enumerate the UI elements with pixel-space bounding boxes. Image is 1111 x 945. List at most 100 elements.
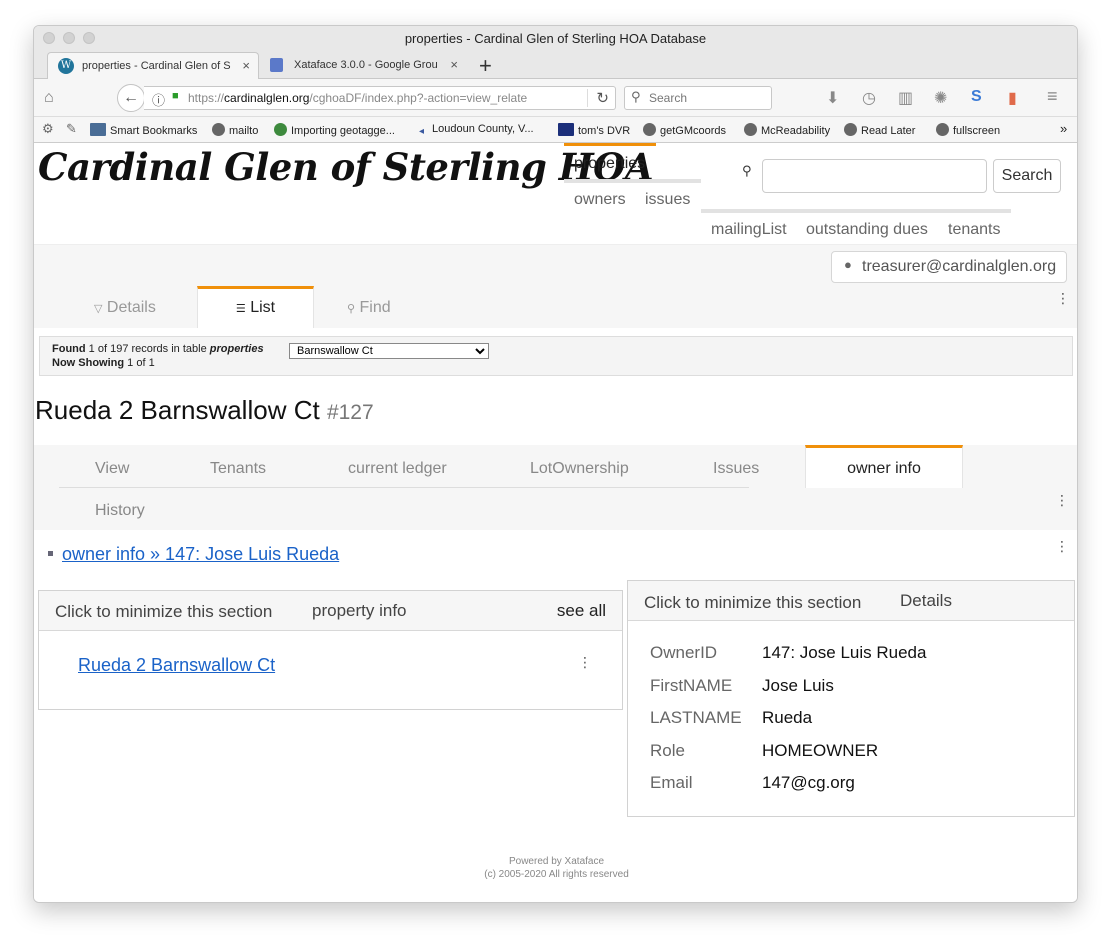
magnifier-icon: ⚲ bbox=[347, 303, 356, 315]
tab-tenants[interactable]: Tenants bbox=[210, 460, 266, 478]
arrow-icon: ◂ bbox=[419, 126, 425, 137]
nav-mailinglist[interactable]: mailingList bbox=[711, 221, 787, 239]
property-link[interactable]: Rueda 2 Barnswallow Ct bbox=[78, 655, 275, 676]
see-all-link[interactable]: see all bbox=[557, 601, 606, 621]
download-icon[interactable]: ⬇ bbox=[826, 88, 839, 108]
nav-owners[interactable]: owners bbox=[574, 191, 626, 209]
tab-list[interactable]: ☰ List bbox=[197, 286, 314, 328]
panel-title: property info bbox=[312, 601, 407, 620]
breadcrumb-link[interactable]: owner info » 147: Jose Luis Rueda bbox=[62, 544, 339, 564]
user-menu-button[interactable]: ● treasurer@cardinalglen.org bbox=[831, 251, 1067, 283]
browser-search-input[interactable]: ⚲ Search bbox=[624, 86, 772, 110]
extension-icon[interactable]: ✺ bbox=[934, 88, 947, 108]
bookmark-read-later[interactable]: Read Later bbox=[844, 123, 915, 137]
url-bar[interactable]: ⓘ ■ https://cardinalglen.org/cghoaDF/ind… bbox=[144, 86, 616, 110]
minimize-toggle[interactable]: Click to minimize this section bbox=[55, 602, 272, 622]
bookmark-toms-dvr[interactable]: tom's DVR bbox=[558, 123, 630, 137]
tab-issues[interactable]: Issues bbox=[713, 460, 759, 478]
new-tab-icon[interactable]: + bbox=[479, 53, 492, 79]
bookmark-importing-geotagge[interactable]: Importing geotagge... bbox=[274, 123, 395, 137]
tab-find[interactable]: ⚲ Find bbox=[347, 286, 437, 328]
property-info-panel: Click to minimize this section property … bbox=[38, 590, 623, 710]
bookmark-loudoun-county[interactable]: ◂ Loudoun County, V... bbox=[419, 123, 534, 139]
nav-properties[interactable]: properties bbox=[574, 155, 645, 173]
now-showing: Now Showing 1 of 1 bbox=[52, 357, 155, 369]
nav-tenants[interactable]: tenants bbox=[948, 221, 1000, 239]
breadcrumb: owner info » 147: Jose Luis Rueda bbox=[48, 544, 339, 565]
search-button[interactable]: Search bbox=[993, 159, 1061, 193]
bookmark-mcreadability[interactable]: McReadability bbox=[744, 123, 830, 137]
nav-divider bbox=[701, 209, 1011, 213]
menu-icon[interactable]: ≡ bbox=[1047, 86, 1058, 107]
tabs-divider bbox=[59, 487, 749, 488]
search-icon: ⚲ bbox=[631, 89, 641, 104]
browser-tab-label: properties - Cardinal Glen of S bbox=[82, 60, 231, 72]
search-icon: ⚲ bbox=[742, 163, 752, 178]
browser-window: properties - Cardinal Glen of Sterling H… bbox=[33, 25, 1078, 903]
site-logo[interactable]: Cardinal Glen of Sterling HOA bbox=[38, 145, 654, 189]
sidebar-icon[interactable]: ▥ bbox=[898, 88, 913, 108]
browser-tab-label: Xataface 3.0.0 - Google Grou bbox=[294, 59, 438, 71]
details-triangle-icon: ▽ bbox=[94, 303, 103, 315]
history-icon[interactable]: ◷ bbox=[862, 88, 876, 108]
more-actions-icon[interactable]: ⋮ bbox=[1055, 493, 1069, 507]
globe-icon bbox=[643, 123, 656, 136]
nav-outstanding-dues[interactable]: outstanding dues bbox=[806, 221, 928, 239]
browser-tab-properties[interactable]: W properties - Cardinal Glen of S × bbox=[47, 52, 259, 79]
globe-icon bbox=[744, 123, 757, 136]
window-title: properties - Cardinal Glen of Sterling H… bbox=[404, 31, 707, 46]
bookmark-mailto[interactable]: mailto bbox=[212, 123, 258, 137]
close-tab-icon[interactable]: × bbox=[242, 58, 250, 73]
more-actions-icon[interactable]: ⋮ bbox=[578, 655, 592, 669]
property-info-header[interactable]: Click to minimize this section property … bbox=[39, 591, 622, 631]
minimize-toggle[interactable]: Click to minimize this section bbox=[644, 593, 861, 613]
url-path: /cghoaDF/index.php?-action=view_relate bbox=[309, 91, 528, 105]
record-id: #127 bbox=[326, 401, 374, 424]
browser-search-placeholder: Search bbox=[649, 91, 688, 105]
found-summary: Found 1 of 197 records in table properti… bbox=[52, 343, 264, 355]
monitor-icon bbox=[558, 123, 574, 136]
reload-icon[interactable]: ↻ bbox=[587, 89, 609, 107]
copyright: (c) 2005-2020 All rights reserved bbox=[484, 869, 629, 880]
url-domain: cardinalglen.org bbox=[224, 91, 310, 105]
tab-view[interactable]: View bbox=[95, 460, 129, 478]
globe-icon bbox=[936, 123, 949, 136]
tab-owner-info[interactable]: owner info bbox=[805, 445, 963, 488]
back-arrow-icon[interactable]: ← bbox=[117, 84, 145, 112]
details-panel: Click to minimize this section Details O… bbox=[627, 580, 1075, 817]
nav-divider bbox=[564, 179, 701, 183]
tab-current-ledger[interactable]: current ledger bbox=[348, 460, 447, 478]
site-search-input[interactable] bbox=[762, 159, 987, 193]
wrench-icon[interactable]: ✎ bbox=[66, 121, 77, 137]
list-icon: ☰ bbox=[235, 303, 246, 315]
user-email: treasurer@cardinalglen.org bbox=[862, 258, 1057, 275]
settings-gear-icon[interactable]: ⚙ bbox=[42, 121, 54, 137]
nav-issues[interactable]: issues bbox=[645, 191, 690, 209]
s-extension-icon[interactable]: S bbox=[971, 88, 982, 106]
record-selector[interactable]: Barnswallow Ct bbox=[289, 343, 489, 359]
browser-tab-xataface[interactable]: Xataface 3.0.0 - Google Grou × bbox=[260, 52, 466, 79]
bullet-icon bbox=[48, 551, 53, 556]
battery-extension-icon[interactable]: ▮ bbox=[1008, 88, 1017, 108]
bookmarks-overflow-icon[interactable]: » bbox=[1060, 121, 1067, 136]
close-tab-icon[interactable]: × bbox=[450, 57, 458, 72]
bookmark-fullscreen[interactable]: fullscreen bbox=[936, 123, 1000, 137]
url-prefix: https:// bbox=[188, 91, 225, 105]
home-icon[interactable]: ⌂ bbox=[44, 89, 54, 107]
details-header[interactable]: Click to minimize this section Details bbox=[628, 581, 1074, 621]
page-content: Cardinal Glen of Sterling HOA properties… bbox=[34, 143, 1077, 902]
info-icon[interactable]: ⓘ bbox=[152, 90, 165, 109]
tab-lotownership[interactable]: LotOwnership bbox=[530, 460, 629, 478]
more-actions-icon[interactable]: ⋮ bbox=[1056, 291, 1070, 305]
bookmark-smart-bookmarks[interactable]: Smart Bookmarks bbox=[90, 123, 197, 137]
navigation-bar: ⌂ ← ⓘ ■ https://cardinalglen.org/cghoaDF… bbox=[34, 79, 1077, 117]
bookmark-getgmcoords[interactable]: getGMcoords bbox=[643, 123, 726, 137]
result-info-bar: Found 1 of 197 records in table properti… bbox=[39, 336, 1073, 376]
tab-bar: W properties - Cardinal Glen of S × Xata… bbox=[34, 51, 1077, 79]
lock-icon: ■ bbox=[172, 90, 179, 102]
tab-details[interactable]: ▽ Details bbox=[94, 286, 194, 328]
tab-history[interactable]: History bbox=[95, 502, 145, 520]
page-footer: Powered by Xataface (c) 2005-2020 All ri… bbox=[34, 855, 1077, 881]
google-groups-icon bbox=[270, 58, 283, 72]
more-actions-icon[interactable]: ⋮ bbox=[1055, 539, 1069, 553]
